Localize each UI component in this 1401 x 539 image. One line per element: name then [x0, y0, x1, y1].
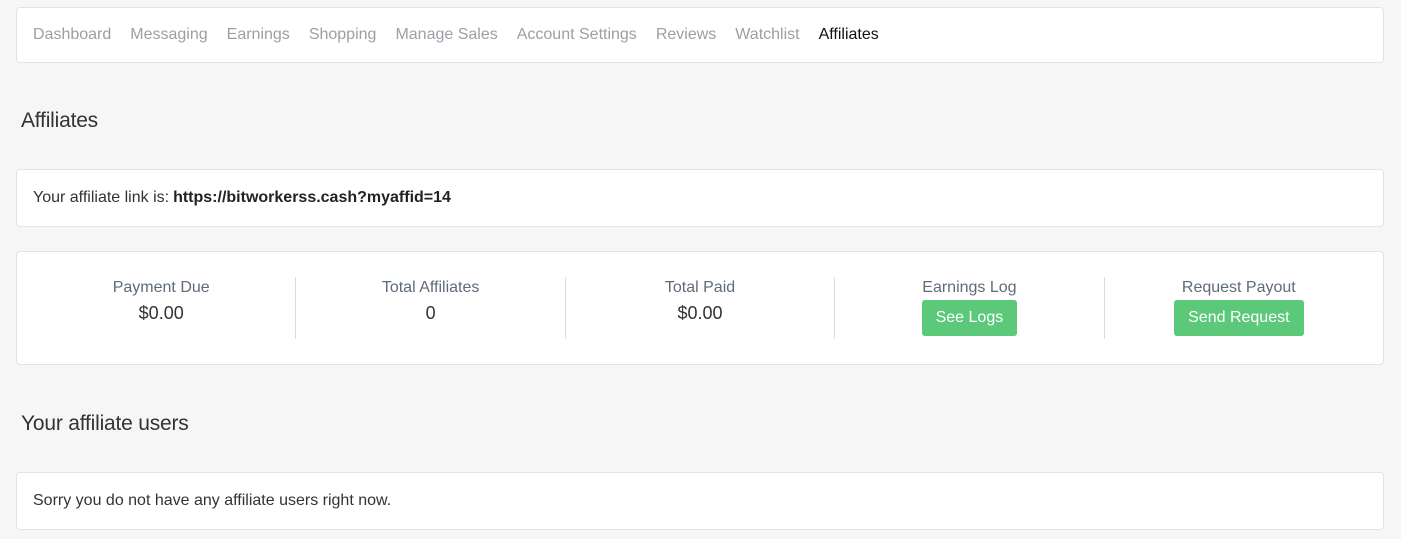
- stat-total-paid: Total Paid $0.00: [564, 277, 834, 339]
- stat-value: $0.00: [677, 303, 723, 323]
- affiliate-users-title: Your affiliate users: [21, 412, 189, 435]
- top-nav: Dashboard Messaging Earnings Shopping Ma…: [16, 7, 1384, 63]
- empty-message: Sorry you do not have any affiliate user…: [33, 492, 392, 509]
- nav-dashboard[interactable]: Dashboard: [33, 26, 111, 44]
- stat-value: 0: [425, 303, 436, 323]
- send-request-button[interactable]: Send Request: [1174, 300, 1304, 336]
- stat-value: $0.00: [138, 303, 184, 323]
- see-logs-button[interactable]: See Logs: [921, 300, 1018, 336]
- stat-label: Payment Due: [112, 279, 210, 296]
- affiliate-link-url[interactable]: https://bitworkerss.cash?myaffid=14: [173, 189, 451, 207]
- stat-label: Total Affiliates: [381, 279, 480, 296]
- stat-total-affiliates: Total Affiliates 0: [295, 277, 564, 339]
- nav-account-settings[interactable]: Account Settings: [517, 26, 637, 44]
- stat-request-payout: Request Payout Send Request: [1103, 277, 1373, 339]
- affiliate-link-prefix: Your affiliate link is:: [33, 189, 170, 206]
- nav-affiliates[interactable]: Affiliates: [819, 26, 879, 44]
- nav-manage-sales[interactable]: Manage Sales: [395, 26, 497, 44]
- stat-payment-due: Payment Due $0.00: [27, 277, 295, 339]
- stat-earnings-log: Earnings Log See Logs: [834, 277, 1103, 339]
- page-title: Affiliates: [21, 109, 98, 132]
- stat-label: Request Payout: [1181, 279, 1296, 296]
- nav-shopping[interactable]: Shopping: [309, 26, 377, 44]
- stats-card: Payment Due $0.00 Total Affiliates 0 Tot…: [16, 251, 1384, 365]
- nav-earnings[interactable]: Earnings: [227, 26, 290, 44]
- affiliate-link-card: Your affiliate link is: https://bitworke…: [16, 169, 1384, 227]
- nav-messaging[interactable]: Messaging: [130, 26, 207, 44]
- stat-label: Total Paid: [664, 279, 736, 296]
- stat-label: Earnings Log: [922, 279, 1017, 296]
- affiliate-users-card: Sorry you do not have any affiliate user…: [16, 472, 1384, 530]
- nav-reviews[interactable]: Reviews: [656, 26, 716, 44]
- nav-watchlist[interactable]: Watchlist: [735, 26, 799, 44]
